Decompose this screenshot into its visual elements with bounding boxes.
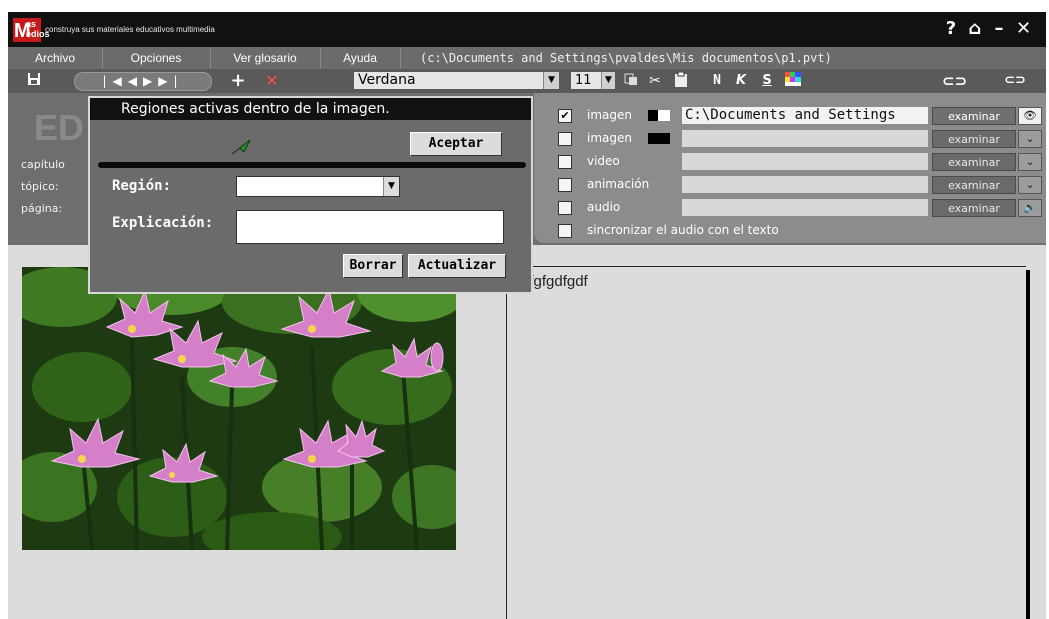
- menu-ver-glosario[interactable]: Ver glosario: [210, 47, 321, 69]
- examinar-button[interactable]: examinar: [932, 107, 1016, 125]
- close-icon[interactable]: ✕: [1016, 18, 1040, 39]
- next-page-icon[interactable]: ▶: [143, 74, 158, 88]
- eye-icon[interactable]: ⌄: [1018, 153, 1042, 171]
- dialog-title: Regiones activas dentro de la imagen.: [90, 98, 531, 120]
- menu-bar: Archivo Opciones Ver glosario Ayuda (c:\…: [8, 47, 1046, 69]
- media-row-imagen-1: ✔ imagen C:\Documents and Settings exami…: [534, 105, 1046, 127]
- region-label: Región:: [112, 178, 172, 194]
- title-bar: M as edios construya sus materiales educ…: [8, 12, 1046, 47]
- copy-icon[interactable]: [622, 72, 640, 90]
- save-icon[interactable]: [24, 72, 44, 90]
- imagen-2-checkbox[interactable]: [558, 132, 572, 146]
- font-family-select[interactable]: Verdana ▼: [354, 72, 559, 89]
- eye-icon[interactable]: ⌄: [1018, 176, 1042, 194]
- accept-button[interactable]: Aceptar: [410, 132, 502, 156]
- font-size-select[interactable]: 11 ▼: [571, 72, 615, 89]
- explanation-input[interactable]: [236, 210, 504, 244]
- capitulo-label: capítulo: [21, 158, 65, 171]
- speaker-icon[interactable]: 🔈: [1018, 199, 1042, 217]
- audio-path-field[interactable]: [682, 199, 928, 216]
- italic-button[interactable]: K: [732, 72, 750, 90]
- eye-icon[interactable]: 👁: [1018, 107, 1042, 125]
- media-row-sync: sincronizar el audio con el texto: [534, 220, 1046, 242]
- page-navigation: |◀◀▶▶|: [74, 72, 212, 91]
- media-label: imagen: [587, 131, 632, 145]
- imagen-1-checkbox[interactable]: ✔: [558, 109, 572, 123]
- menu-opciones[interactable]: Opciones: [102, 47, 211, 69]
- media-row-audio: audio examinar 🔈: [534, 197, 1046, 219]
- menu-archivo[interactable]: Archivo: [8, 47, 103, 69]
- media-row-imagen-2: imagen examinar ⌄: [534, 128, 1046, 150]
- media-row-animacion: animación examinar ⌄: [534, 174, 1046, 196]
- dialog-divider: [98, 162, 526, 168]
- audio-checkbox[interactable]: [558, 201, 572, 215]
- delete-page-icon[interactable]: ✕: [262, 72, 282, 90]
- examinar-button[interactable]: examinar: [932, 199, 1016, 217]
- unlink-icon[interactable]: ⊂⊃: [1000, 72, 1030, 90]
- app-logo: M as edios: [13, 18, 50, 42]
- link-icon[interactable]: ⊂⊃: [942, 72, 967, 90]
- color-palette-icon[interactable]: [784, 72, 802, 90]
- update-button[interactable]: Actualizar: [408, 254, 506, 278]
- app-subtitle: construya sus materiales educativos mult…: [45, 25, 215, 34]
- video-path-field[interactable]: [682, 153, 928, 170]
- editor-title: ED: [34, 107, 85, 148]
- explanation-label: Explicación:: [112, 215, 214, 231]
- add-page-icon[interactable]: +: [228, 72, 248, 90]
- region-pointer-icon: [230, 138, 252, 156]
- chevron-down-icon: ▼: [601, 72, 615, 89]
- animacion-checkbox[interactable]: [558, 178, 572, 192]
- first-page-icon[interactable]: |◀: [102, 74, 127, 88]
- media-label: video: [587, 154, 620, 168]
- pagina-label: página:: [21, 202, 63, 215]
- delete-button[interactable]: Borrar: [343, 254, 403, 278]
- water-lily-image[interactable]: [22, 267, 456, 550]
- media-label: audio: [587, 200, 621, 214]
- page-text-editor[interactable]: dfgfgdfgdf: [506, 266, 1030, 619]
- eye-icon[interactable]: ⌄: [1018, 130, 1042, 148]
- prev-page-icon[interactable]: ◀: [128, 74, 143, 88]
- file-path: (c:\Documents and Settings\pvaldes\Mis d…: [420, 51, 832, 65]
- media-label: animación: [587, 177, 650, 191]
- examinar-button[interactable]: examinar: [932, 176, 1016, 194]
- underline-button[interactable]: S: [758, 72, 776, 90]
- media-panel: ✔ imagen C:\Documents and Settings exami…: [534, 93, 1046, 243]
- bold-button[interactable]: N: [708, 72, 726, 90]
- last-page-icon[interactable]: ▶|: [158, 74, 183, 88]
- topico-label: tópico:: [21, 180, 59, 193]
- examinar-button[interactable]: examinar: [932, 130, 1016, 148]
- image-type-icon: [648, 110, 670, 121]
- cut-icon[interactable]: ✂: [646, 72, 664, 90]
- toolbar: |◀◀▶▶| + ✕ Verdana ▼ 11 ▼ ✂ N K S ⊂⊃ ⊂⊃: [8, 69, 1046, 93]
- help-icon[interactable]: ?: [944, 18, 968, 39]
- media-label: imagen: [587, 108, 632, 122]
- image-type-icon: [648, 133, 670, 144]
- home-icon[interactable]: ⌂: [968, 18, 992, 39]
- minimize-icon[interactable]: –: [992, 18, 1016, 39]
- sync-label: sincronizar el audio con el texto: [587, 223, 779, 237]
- region-select[interactable]: ▼: [236, 176, 400, 197]
- media-row-video: video examinar ⌄: [534, 151, 1046, 173]
- imagen-2-path-field[interactable]: [682, 130, 928, 147]
- examinar-button[interactable]: examinar: [932, 153, 1016, 171]
- animacion-path-field[interactable]: [682, 176, 928, 193]
- imagen-1-path-field[interactable]: C:\Documents and Settings: [682, 107, 928, 124]
- sync-checkbox[interactable]: [558, 224, 572, 238]
- paste-icon[interactable]: [672, 71, 690, 90]
- chevron-down-icon: ▼: [383, 177, 399, 196]
- window-controls: ? ⌂ – ✕: [944, 18, 1040, 39]
- editor-shadow: [1026, 270, 1030, 619]
- menu-ayuda[interactable]: Ayuda: [320, 47, 401, 69]
- app-window: M as edios construya sus materiales educ…: [8, 12, 1046, 619]
- chevron-down-icon: ▼: [543, 72, 559, 89]
- video-checkbox[interactable]: [558, 155, 572, 169]
- active-regions-dialog: Regiones activas dentro de la imagen. Ac…: [88, 96, 533, 294]
